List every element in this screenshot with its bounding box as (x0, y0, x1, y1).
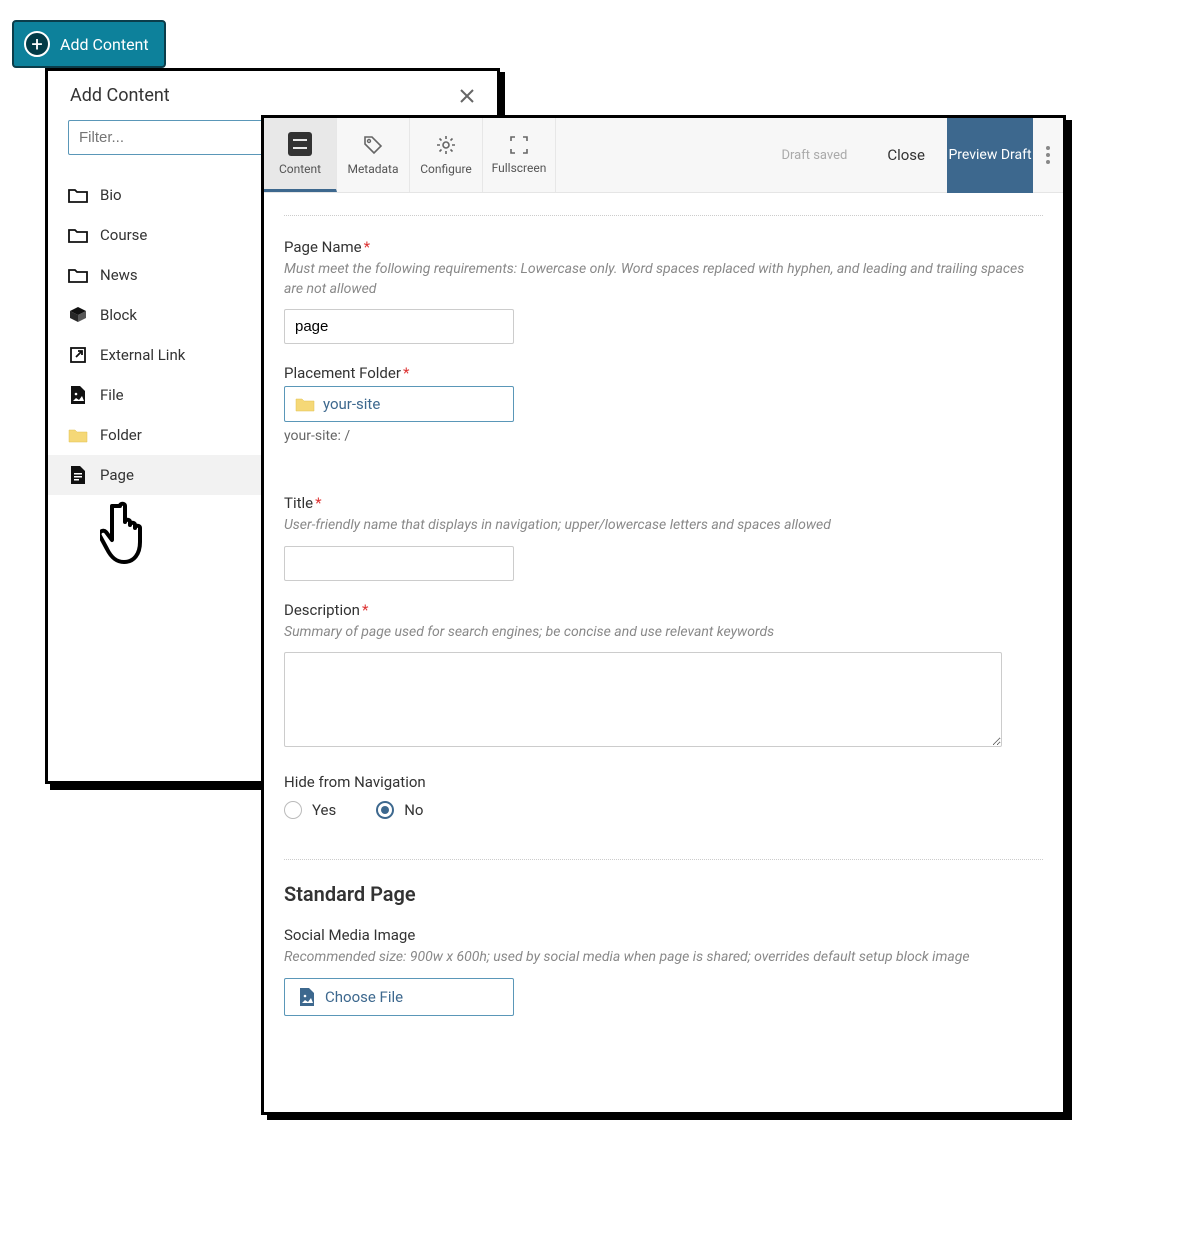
panel-title: Add Content (70, 85, 170, 106)
content-type-label: Page (100, 466, 134, 484)
folder-outline-icon (68, 265, 88, 285)
tab-configure[interactable]: Configure (410, 118, 483, 192)
gear-icon (435, 134, 457, 156)
fullscreen-icon (509, 135, 529, 155)
content-type-label: News (100, 266, 138, 284)
content-type-label: Block (100, 306, 137, 324)
content-type-label: Bio (100, 186, 122, 204)
folder-outline-icon (68, 185, 88, 205)
hide-from-nav-yes[interactable]: Yes (284, 801, 336, 819)
page-editor: Content Metadata Configure Fullscreen (261, 115, 1066, 1115)
preview-draft-button[interactable]: Preview Draft (947, 118, 1033, 193)
cursor-hand-icon (100, 500, 156, 566)
title-help: User-friendly name that displays in navi… (284, 516, 1043, 536)
content-type-label: File (100, 386, 124, 404)
folder-icon (68, 425, 88, 445)
page-name-help: Must meet the following requirements: Lo… (284, 260, 1043, 299)
content-type-label: Course (100, 226, 147, 244)
close-button[interactable]: Close (865, 146, 947, 164)
tab-content[interactable]: Content (264, 118, 337, 192)
tab-label: Metadata (347, 162, 398, 176)
title-input[interactable] (284, 546, 514, 581)
close-icon[interactable] (459, 88, 475, 104)
radio-selected-icon (376, 801, 394, 819)
block-icon (68, 305, 88, 325)
editor-toolbar: Content Metadata Configure Fullscreen (264, 118, 1063, 193)
content-type-label: Folder (100, 426, 142, 444)
social-image-help: Recommended size: 900w x 600h; used by s… (284, 948, 1043, 968)
external-link-icon (68, 345, 88, 365)
page-name-input[interactable] (284, 309, 514, 344)
description-textarea[interactable] (284, 652, 1002, 747)
folder-icon (295, 396, 315, 412)
radio-label: Yes (312, 801, 336, 819)
page-name-label: Page Name* (284, 238, 1043, 256)
folder-outline-icon (68, 225, 88, 245)
description-label: Description* (284, 601, 1043, 619)
more-menu-button[interactable] (1033, 146, 1063, 164)
content-icon (288, 132, 312, 156)
tab-label: Fullscreen (492, 161, 547, 175)
placement-folder-value: your-site (323, 395, 380, 413)
placement-folder-picker[interactable]: your-site (284, 386, 514, 422)
content-type-label: External Link (100, 346, 185, 364)
file-image-icon (299, 987, 315, 1007)
radio-label: No (404, 801, 423, 819)
hide-from-nav-label: Hide from Navigation (284, 773, 1043, 791)
hide-from-nav-no[interactable]: No (376, 801, 423, 819)
tab-label: Configure (420, 162, 472, 176)
description-help: Summary of page used for search engines;… (284, 623, 1043, 643)
file-icon (68, 385, 88, 405)
add-content-label: Add Content (60, 35, 149, 54)
section-standard-page: Standard Page (284, 882, 1043, 906)
title-label: Title* (284, 494, 1043, 512)
tab-fullscreen[interactable]: Fullscreen (483, 118, 556, 192)
tab-label: Content (279, 162, 321, 176)
social-image-label: Social Media Image (284, 926, 1043, 944)
placement-breadcrumb: your-site: / (284, 428, 1043, 444)
draft-saved-status: Draft saved (781, 148, 847, 163)
radio-icon (284, 801, 302, 819)
choose-file-button[interactable]: Choose File (284, 978, 514, 1016)
placement-folder-label: Placement Folder* (284, 364, 1043, 382)
tab-metadata[interactable]: Metadata (337, 118, 410, 192)
page-icon (68, 465, 88, 485)
add-content-button[interactable]: + Add Content (12, 20, 166, 68)
plus-icon: + (24, 31, 50, 57)
choose-file-label: Choose File (325, 988, 403, 1006)
tag-icon (362, 134, 384, 156)
